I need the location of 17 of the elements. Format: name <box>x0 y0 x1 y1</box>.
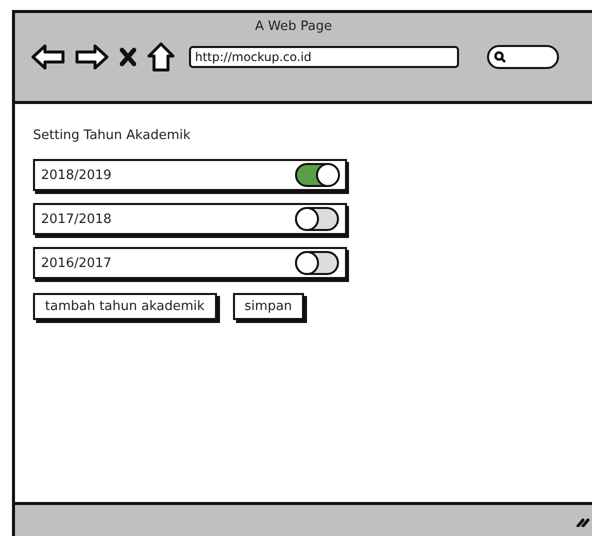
toggle-switch[interactable] <box>295 163 339 187</box>
toggle-switch[interactable] <box>295 251 339 275</box>
year-label: 2018/2019 <box>41 168 112 182</box>
search-field[interactable] <box>487 45 559 69</box>
section-heading: Setting Tahun Akademik <box>33 128 192 143</box>
year-label: 2016/2017 <box>41 256 112 270</box>
year-label: 2017/2018 <box>41 212 112 226</box>
url-field[interactable]: http://mockup.co.id <box>189 46 459 68</box>
forward-icon[interactable] <box>75 44 109 70</box>
toggle-switch[interactable] <box>295 207 339 231</box>
back-icon[interactable] <box>31 44 65 70</box>
close-icon[interactable] <box>119 47 137 67</box>
window-title: A Web Page <box>255 19 332 34</box>
action-button[interactable]: simpan <box>232 293 304 320</box>
search-icon <box>494 51 506 63</box>
home-icon[interactable] <box>147 42 175 72</box>
action-button[interactable]: tambah tahun akademik <box>33 293 217 320</box>
